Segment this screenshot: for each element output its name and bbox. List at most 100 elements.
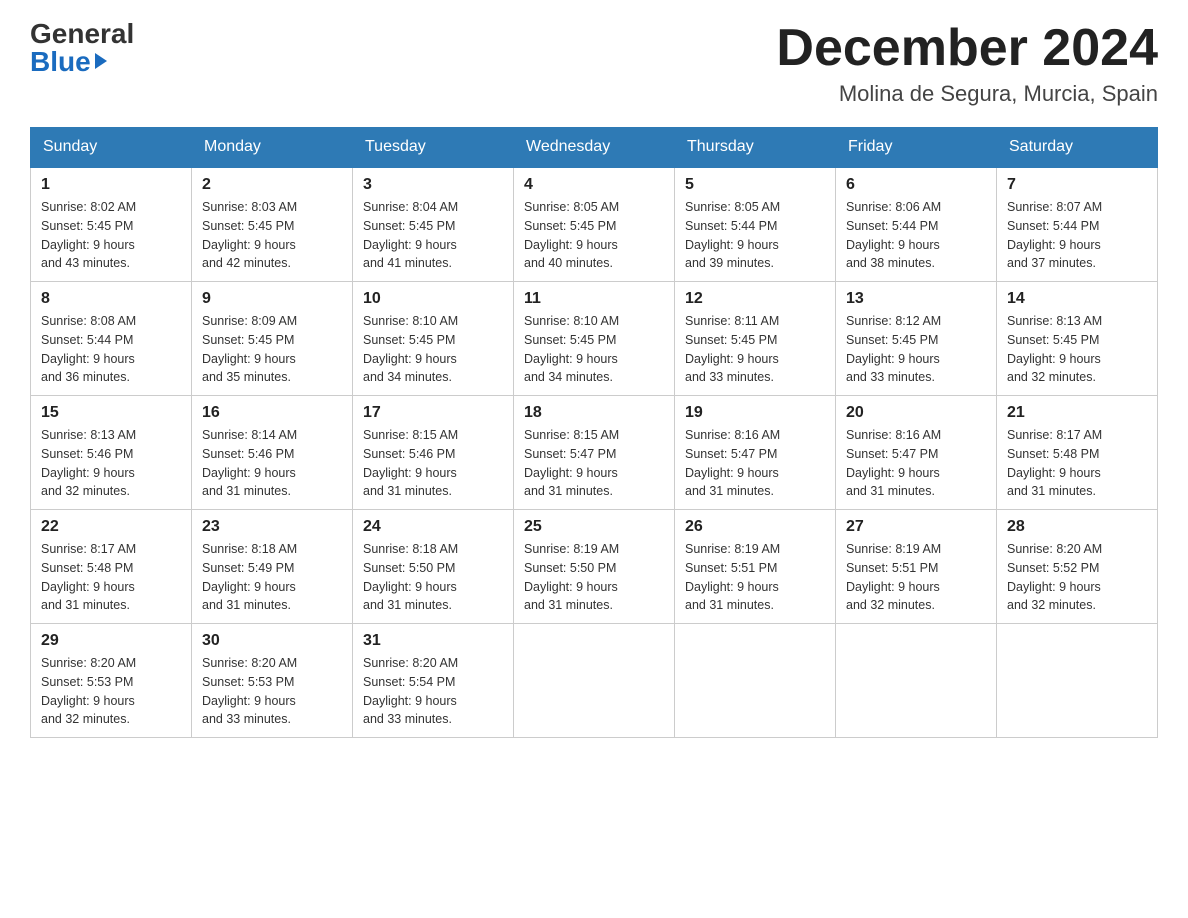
- minutes-text: and 39 minutes.: [685, 256, 774, 270]
- daylight-text: Daylight: 9 hours: [846, 466, 940, 480]
- table-row: 3 Sunrise: 8:04 AM Sunset: 5:45 PM Dayli…: [353, 167, 514, 282]
- daylight-text: Daylight: 9 hours: [202, 352, 296, 366]
- table-row: 31 Sunrise: 8:20 AM Sunset: 5:54 PM Dayl…: [353, 624, 514, 738]
- sunset-text: Sunset: 5:50 PM: [524, 561, 616, 575]
- day-number: 29: [41, 632, 181, 650]
- header-saturday: Saturday: [997, 128, 1158, 168]
- day-info: Sunrise: 8:20 AM Sunset: 5:52 PM Dayligh…: [1007, 540, 1147, 615]
- minutes-text: and 31 minutes.: [1007, 484, 1096, 498]
- sunrise-text: Sunrise: 8:04 AM: [363, 200, 458, 214]
- day-number: 9: [202, 290, 342, 308]
- sunset-text: Sunset: 5:51 PM: [685, 561, 777, 575]
- table-row: 20 Sunrise: 8:16 AM Sunset: 5:47 PM Dayl…: [836, 396, 997, 510]
- sunset-text: Sunset: 5:46 PM: [202, 447, 294, 461]
- daylight-text: Daylight: 9 hours: [41, 352, 135, 366]
- minutes-text: and 33 minutes.: [363, 712, 452, 726]
- day-info: Sunrise: 8:04 AM Sunset: 5:45 PM Dayligh…: [363, 198, 503, 273]
- day-info: Sunrise: 8:10 AM Sunset: 5:45 PM Dayligh…: [363, 312, 503, 387]
- table-row: 18 Sunrise: 8:15 AM Sunset: 5:47 PM Dayl…: [514, 396, 675, 510]
- day-number: 20: [846, 404, 986, 422]
- sunset-text: Sunset: 5:47 PM: [685, 447, 777, 461]
- day-info: Sunrise: 8:17 AM Sunset: 5:48 PM Dayligh…: [41, 540, 181, 615]
- day-number: 12: [685, 290, 825, 308]
- table-row: 26 Sunrise: 8:19 AM Sunset: 5:51 PM Dayl…: [675, 510, 836, 624]
- day-number: 4: [524, 176, 664, 194]
- minutes-text: and 34 minutes.: [363, 370, 452, 384]
- day-info: Sunrise: 8:20 AM Sunset: 5:54 PM Dayligh…: [363, 654, 503, 729]
- minutes-text: and 32 minutes.: [1007, 598, 1096, 612]
- table-row: 13 Sunrise: 8:12 AM Sunset: 5:45 PM Dayl…: [836, 282, 997, 396]
- calendar-table: SundayMondayTuesdayWednesdayThursdayFrid…: [30, 127, 1158, 738]
- daylight-text: Daylight: 9 hours: [685, 466, 779, 480]
- day-number: 25: [524, 518, 664, 536]
- minutes-text: and 34 minutes.: [524, 370, 613, 384]
- minutes-text: and 32 minutes.: [1007, 370, 1096, 384]
- daylight-text: Daylight: 9 hours: [524, 466, 618, 480]
- sunset-text: Sunset: 5:44 PM: [1007, 219, 1099, 233]
- daylight-text: Daylight: 9 hours: [202, 238, 296, 252]
- sunrise-text: Sunrise: 8:05 AM: [685, 200, 780, 214]
- day-info: Sunrise: 8:19 AM Sunset: 5:51 PM Dayligh…: [846, 540, 986, 615]
- sunset-text: Sunset: 5:52 PM: [1007, 561, 1099, 575]
- day-info: Sunrise: 8:13 AM Sunset: 5:46 PM Dayligh…: [41, 426, 181, 501]
- sunrise-text: Sunrise: 8:20 AM: [41, 656, 136, 670]
- sunrise-text: Sunrise: 8:20 AM: [1007, 542, 1102, 556]
- minutes-text: and 43 minutes.: [41, 256, 130, 270]
- sunrise-text: Sunrise: 8:20 AM: [363, 656, 458, 670]
- minutes-text: and 31 minutes.: [202, 484, 291, 498]
- table-row: [675, 624, 836, 738]
- day-number: 18: [524, 404, 664, 422]
- sunset-text: Sunset: 5:45 PM: [685, 333, 777, 347]
- day-number: 24: [363, 518, 503, 536]
- sunrise-text: Sunrise: 8:11 AM: [685, 314, 779, 328]
- daylight-text: Daylight: 9 hours: [41, 466, 135, 480]
- table-row: 12 Sunrise: 8:11 AM Sunset: 5:45 PM Dayl…: [675, 282, 836, 396]
- table-row: 19 Sunrise: 8:16 AM Sunset: 5:47 PM Dayl…: [675, 396, 836, 510]
- minutes-text: and 32 minutes.: [846, 598, 935, 612]
- table-row: 2 Sunrise: 8:03 AM Sunset: 5:45 PM Dayli…: [192, 167, 353, 282]
- day-number: 7: [1007, 176, 1147, 194]
- sunset-text: Sunset: 5:48 PM: [1007, 447, 1099, 461]
- sunset-text: Sunset: 5:44 PM: [685, 219, 777, 233]
- day-info: Sunrise: 8:11 AM Sunset: 5:45 PM Dayligh…: [685, 312, 825, 387]
- table-row: 7 Sunrise: 8:07 AM Sunset: 5:44 PM Dayli…: [997, 167, 1158, 282]
- minutes-text: and 41 minutes.: [363, 256, 452, 270]
- table-row: 23 Sunrise: 8:18 AM Sunset: 5:49 PM Dayl…: [192, 510, 353, 624]
- sunrise-text: Sunrise: 8:13 AM: [41, 428, 136, 442]
- minutes-text: and 32 minutes.: [41, 484, 130, 498]
- day-number: 5: [685, 176, 825, 194]
- sunrise-text: Sunrise: 8:17 AM: [1007, 428, 1102, 442]
- daylight-text: Daylight: 9 hours: [202, 580, 296, 594]
- week-row-1: 1 Sunrise: 8:02 AM Sunset: 5:45 PM Dayli…: [31, 167, 1158, 282]
- logo: General Blue: [30, 20, 134, 76]
- sunrise-text: Sunrise: 8:02 AM: [41, 200, 136, 214]
- table-row: 10 Sunrise: 8:10 AM Sunset: 5:45 PM Dayl…: [353, 282, 514, 396]
- header-friday: Friday: [836, 128, 997, 168]
- daylight-text: Daylight: 9 hours: [846, 580, 940, 594]
- day-number: 17: [363, 404, 503, 422]
- week-row-2: 8 Sunrise: 8:08 AM Sunset: 5:44 PM Dayli…: [31, 282, 1158, 396]
- table-row: 28 Sunrise: 8:20 AM Sunset: 5:52 PM Dayl…: [997, 510, 1158, 624]
- sunrise-text: Sunrise: 8:18 AM: [202, 542, 297, 556]
- daylight-text: Daylight: 9 hours: [524, 238, 618, 252]
- day-number: 10: [363, 290, 503, 308]
- sunrise-text: Sunrise: 8:05 AM: [524, 200, 619, 214]
- day-info: Sunrise: 8:12 AM Sunset: 5:45 PM Dayligh…: [846, 312, 986, 387]
- day-number: 23: [202, 518, 342, 536]
- sunset-text: Sunset: 5:50 PM: [363, 561, 455, 575]
- minutes-text: and 31 minutes.: [41, 598, 130, 612]
- table-row: 25 Sunrise: 8:19 AM Sunset: 5:50 PM Dayl…: [514, 510, 675, 624]
- minutes-text: and 31 minutes.: [363, 484, 452, 498]
- week-row-4: 22 Sunrise: 8:17 AM Sunset: 5:48 PM Dayl…: [31, 510, 1158, 624]
- minutes-text: and 33 minutes.: [685, 370, 774, 384]
- sunrise-text: Sunrise: 8:18 AM: [363, 542, 458, 556]
- sunset-text: Sunset: 5:45 PM: [363, 219, 455, 233]
- minutes-text: and 33 minutes.: [202, 712, 291, 726]
- daylight-text: Daylight: 9 hours: [1007, 238, 1101, 252]
- week-row-5: 29 Sunrise: 8:20 AM Sunset: 5:53 PM Dayl…: [31, 624, 1158, 738]
- sunrise-text: Sunrise: 8:13 AM: [1007, 314, 1102, 328]
- week-row-3: 15 Sunrise: 8:13 AM Sunset: 5:46 PM Dayl…: [31, 396, 1158, 510]
- day-info: Sunrise: 8:06 AM Sunset: 5:44 PM Dayligh…: [846, 198, 986, 273]
- minutes-text: and 31 minutes.: [685, 484, 774, 498]
- day-info: Sunrise: 8:20 AM Sunset: 5:53 PM Dayligh…: [41, 654, 181, 729]
